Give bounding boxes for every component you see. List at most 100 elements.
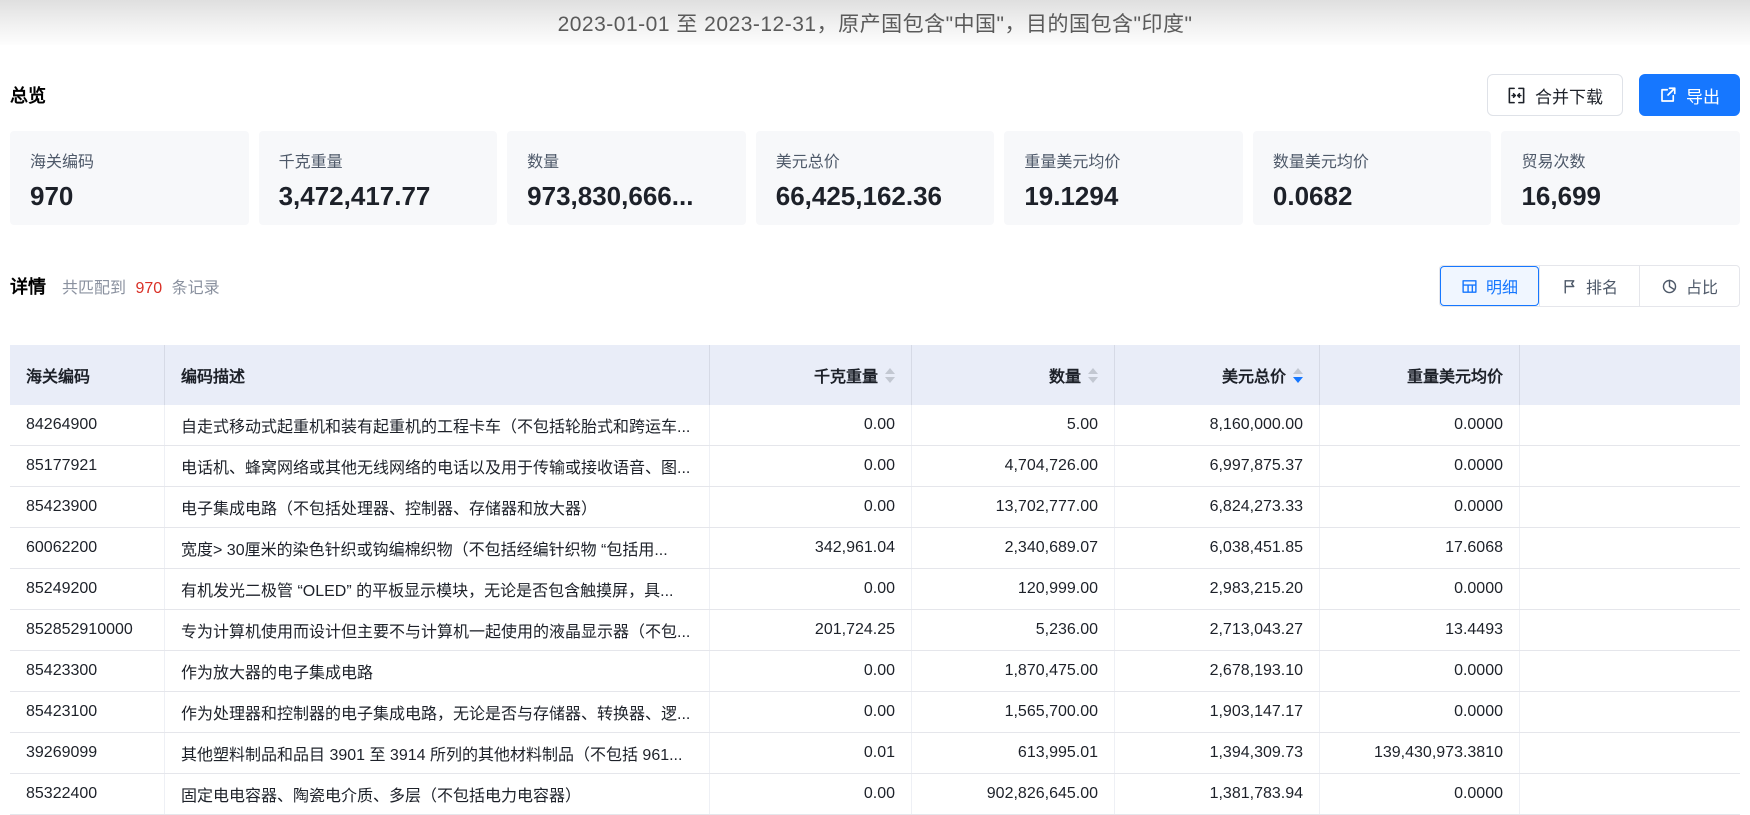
table-row: 852852910000 专为计算机使用而设计但主要不与计算机一起使用的液晶显示器…: [10, 610, 1740, 651]
stat-card-label: 重量美元均价: [1024, 154, 1121, 171]
tab-label: 明细: [1485, 280, 1518, 297]
stat-card-value: 19.1294: [1024, 181, 1119, 211]
export-button[interactable]: 导出: [1639, 74, 1740, 116]
tab-label: 占比: [1685, 280, 1718, 297]
table-row: 85249200 有机发光二极管 “OLED” 的平板显示模块，无论是否包含触摸屏…: [10, 569, 1740, 610]
stat-card: 美元总价 66,425,162.36: [755, 131, 995, 225]
cell-kg_weight: 0.00: [710, 651, 912, 691]
export-label: 导出: [1686, 87, 1720, 107]
cell-quantity: 4,704,726.00: [912, 446, 1115, 486]
cell-quantity: 613,995.01: [912, 733, 1115, 773]
cell-filler: [1520, 733, 1740, 773]
cell-description: 电子集成电路（不包括处理器、控制器、存储器和放大器）: [165, 487, 710, 527]
cell-usd_total: 2,983,215.20: [1115, 569, 1320, 609]
cell-kg_weight: 201,724.25: [710, 610, 912, 650]
cell-quantity: 902,826,645.00: [912, 774, 1115, 814]
column-header-quantity[interactable]: 数量: [912, 345, 1115, 405]
cell-filler: [1520, 774, 1740, 814]
stat-card-value: 0.0682: [1272, 181, 1353, 211]
cell-hs_code: 85177921: [10, 446, 165, 486]
cell-usd_per_kg: 139,430,973.3810: [1320, 733, 1520, 773]
cell-hs_code: 84264900: [10, 405, 165, 445]
column-header-description: 编码描述: [165, 345, 710, 405]
cell-kg_weight: 0.00: [710, 487, 912, 527]
overview-section: 总览 合并下载 导出: [0, 73, 1750, 117]
stat-card-label: 数量: [527, 154, 560, 171]
sort-carets-icon: [1293, 367, 1303, 383]
cell-kg_weight: 0.00: [710, 774, 912, 814]
detail-table: 海关编码 编码描述 千克重量 数量 美元总价 重量美元均价 84264900 自走式移动式起…: [0, 345, 1750, 815]
cell-usd_total: 6,038,451.85: [1115, 528, 1320, 568]
table-row: 85177921 电话机、蜂窝网络或其他无线网络的电话以及用于传输或接收语音、图.…: [10, 446, 1740, 487]
cell-quantity: 1,870,475.00: [912, 651, 1115, 691]
table-row: 39269099 其他塑料制品和品目 3901 至 3914 所列的其他材料制品（…: [10, 733, 1740, 774]
merge-download-button[interactable]: 合并下载: [1487, 74, 1623, 116]
cell-usd_total: 8,160,000.00: [1115, 405, 1320, 445]
cell-filler: [1520, 569, 1740, 609]
cell-usd_total: 1,903,147.17: [1115, 692, 1320, 732]
tab-detail[interactable]: 明细: [1439, 266, 1539, 306]
cell-filler: [1520, 446, 1740, 486]
stat-card-value: 3,472,417.77: [278, 181, 431, 211]
table-row: 60062200 宽度> 30厘米的染色针织或钩编棉织物（不包括经编针织物 “包括…: [10, 528, 1740, 569]
cell-description: 自走式移动式起重机和装有起重机的工程卡车（不包括轮胎式和跨运车...: [165, 405, 710, 445]
column-label: 编码描述: [181, 369, 246, 386]
stat-card: 数量 973,830,666...: [507, 131, 746, 225]
cell-usd_per_kg: 0.0000: [1320, 692, 1520, 732]
cell-filler: [1520, 487, 1740, 527]
tab-ranking[interactable]: 排名: [1538, 266, 1639, 306]
merge-download-icon: [1507, 86, 1526, 105]
cell-usd_total: 1,394,309.73: [1115, 733, 1320, 773]
column-header-kg_weight[interactable]: 千克重量: [710, 345, 912, 405]
stat-card-value: 973,830,666...: [527, 181, 694, 211]
cell-usd_total: 6,997,875.37: [1115, 446, 1320, 486]
query-summary-title: 2023-01-01 至 2023-12-31，原产国包含"中国"，目的国包含"…: [557, 12, 1193, 36]
overview-cards: 海关编码 970 千克重量 3,472,417.77 数量 973,830,666... 美…: [0, 131, 1750, 225]
stat-card-label: 数量美元均价: [1272, 154, 1369, 171]
cell-usd_per_kg: 0.0000: [1320, 487, 1520, 527]
overview-actions: 合并下载 导出: [1487, 74, 1740, 116]
detail-section: 详情 共匹配到 970 条记录 明细 排名 占比: [0, 265, 1750, 307]
cell-kg_weight: 0.00: [710, 405, 912, 445]
stat-card-value: 66,425,162.36: [775, 181, 943, 211]
table-icon: [1461, 278, 1478, 295]
column-header-usd_per_kg: 重量美元均价: [1320, 345, 1520, 405]
stat-card-value: 16,699: [1521, 181, 1601, 211]
cell-hs_code: 85423100: [10, 692, 165, 732]
cell-usd_per_kg: 0.0000: [1320, 446, 1520, 486]
cell-description: 作为处理器和控制器的电子集成电路，无论是否与存储器、转换器、逻...: [165, 692, 710, 732]
cell-usd_per_kg: 17.6068: [1320, 528, 1520, 568]
cell-hs_code: 85322400: [10, 774, 165, 814]
column-header-usd_total[interactable]: 美元总价: [1115, 345, 1320, 405]
sort-carets-icon: [885, 367, 895, 383]
tab-label: 排名: [1585, 280, 1618, 297]
table-row: 85423100 作为处理器和控制器的电子集成电路，无论是否与存储器、转换器、逻.…: [10, 692, 1740, 733]
table-body: 84264900 自走式移动式起重机和装有起重机的工程卡车（不包括轮胎式和跨运车.…: [10, 405, 1740, 815]
stat-card-label: 美元总价: [775, 154, 840, 171]
cell-description: 电话机、蜂窝网络或其他无线网络的电话以及用于传输或接收语音、图...: [165, 446, 710, 486]
view-tabs: 明细 排名 占比: [1438, 265, 1740, 307]
cell-filler: [1520, 528, 1740, 568]
merge-download-label: 合并下载: [1535, 87, 1603, 107]
cell-usd_per_kg: 0.0000: [1320, 651, 1520, 691]
cell-hs_code: 85423900: [10, 487, 165, 527]
cell-usd_total: 2,678,193.10: [1115, 651, 1320, 691]
export-icon: [1659, 86, 1677, 104]
cell-usd_per_kg: 0.0000: [1320, 569, 1520, 609]
cell-filler: [1520, 692, 1740, 732]
stat-card-label: 贸易次数: [1521, 154, 1586, 171]
cell-description: 宽度> 30厘米的染色针织或钩编棉织物（不包括经编针织物 “包括用...: [165, 528, 710, 568]
table-row: 85423300 作为放大器的电子集成电路 0.00 1,870,475.00 2,67…: [10, 651, 1740, 692]
column-label: 美元总价: [1221, 369, 1286, 386]
match-count: 970: [135, 280, 163, 297]
column-header-hs_code: 海关编码: [10, 345, 165, 405]
cell-filler: [1520, 405, 1740, 445]
cell-kg_weight: 0.01: [710, 733, 912, 773]
cell-usd_total: 6,824,273.33: [1115, 487, 1320, 527]
tab-proportion[interactable]: 占比: [1638, 266, 1739, 306]
cell-hs_code: 85423300: [10, 651, 165, 691]
cell-kg_weight: 342,961.04: [710, 528, 912, 568]
sort-carets-icon: [1088, 367, 1098, 383]
cell-quantity: 5,236.00: [912, 610, 1115, 650]
cell-hs_code: 60062200: [10, 528, 165, 568]
